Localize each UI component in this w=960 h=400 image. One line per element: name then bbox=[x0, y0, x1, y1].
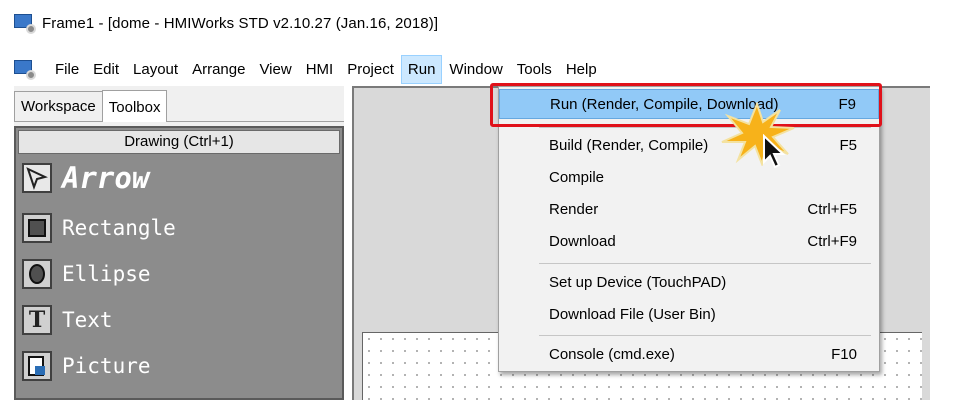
tool-label: Text bbox=[62, 308, 113, 332]
item-label: Compile bbox=[549, 168, 605, 186]
app-icon bbox=[14, 14, 36, 34]
menu-separator bbox=[539, 335, 871, 336]
tool-rectangle[interactable]: Rectangle bbox=[22, 208, 176, 248]
menu-item-compile[interactable]: Compile bbox=[499, 162, 879, 192]
ellipse-icon bbox=[22, 259, 52, 289]
tool-label: Ellipse bbox=[62, 262, 151, 286]
mouse-cursor-icon bbox=[763, 134, 786, 169]
tool-label: Rectangle bbox=[62, 216, 176, 240]
item-shortcut: F10 bbox=[831, 345, 857, 363]
item-shortcut: Ctrl+F5 bbox=[807, 200, 857, 218]
menu-window[interactable]: Window bbox=[442, 55, 509, 84]
tool-label: Picture bbox=[62, 354, 151, 378]
menu-item-build[interactable]: Build (Render, Compile) F5 bbox=[499, 130, 879, 160]
menu-view[interactable]: View bbox=[252, 55, 298, 84]
tab-workspace[interactable]: Workspace bbox=[14, 91, 103, 121]
callout-highlight bbox=[490, 83, 882, 127]
menu-item-download[interactable]: Download Ctrl+F9 bbox=[499, 226, 879, 256]
menu-item-setup-device[interactable]: Set up Device (TouchPAD) bbox=[499, 267, 879, 297]
left-panel: Workspace Toolbox Drawing (Ctrl+1) Arrow… bbox=[14, 86, 344, 400]
picture-icon bbox=[22, 351, 52, 381]
menu-bar: File Edit Layout Arrange View HMI Projec… bbox=[0, 52, 960, 86]
tool-arrow[interactable]: Arrow bbox=[22, 158, 149, 198]
menu-app-icon[interactable] bbox=[14, 60, 36, 80]
item-label: Set up Device (TouchPAD) bbox=[549, 273, 727, 291]
tool-text[interactable]: T Text bbox=[22, 300, 113, 340]
menu-item-console[interactable]: Console (cmd.exe) F10 bbox=[499, 339, 879, 369]
menu-run[interactable]: Run bbox=[400, 54, 443, 84]
item-shortcut: F5 bbox=[839, 136, 857, 154]
menu-edit[interactable]: Edit bbox=[86, 55, 126, 84]
tool-picture[interactable]: Picture bbox=[22, 346, 151, 386]
item-label: Download File (User Bin) bbox=[549, 305, 716, 323]
menu-item-render[interactable]: Render Ctrl+F5 bbox=[499, 194, 879, 224]
item-label: Build (Render, Compile) bbox=[549, 136, 709, 154]
item-label: Console (cmd.exe) bbox=[549, 345, 675, 363]
arrow-icon bbox=[22, 163, 52, 193]
window-title: Frame1 - [dome - HMIWorks STD v2.10.27 (… bbox=[42, 14, 439, 32]
rectangle-icon bbox=[22, 213, 52, 243]
menu-tools[interactable]: Tools bbox=[510, 55, 559, 84]
tool-ellipse[interactable]: Ellipse bbox=[22, 254, 151, 294]
menu-hmi[interactable]: HMI bbox=[299, 55, 341, 84]
menu-help[interactable]: Help bbox=[559, 55, 604, 84]
item-label: Download bbox=[549, 232, 616, 250]
title-bar: Frame1 - [dome - HMIWorks STD v2.10.27 (… bbox=[0, 0, 960, 46]
menu-file[interactable]: File bbox=[48, 55, 86, 84]
run-menu-dropdown: Run (Render, Compile, Download) F9 Build… bbox=[498, 86, 880, 372]
tab-toolbox[interactable]: Toolbox bbox=[101, 90, 168, 122]
menu-arrange[interactable]: Arrange bbox=[185, 55, 252, 84]
item-shortcut: Ctrl+F9 bbox=[807, 232, 857, 250]
panel-tabs: Workspace Toolbox bbox=[14, 86, 344, 122]
torn-edge bbox=[930, 0, 960, 400]
tool-label: Arrow bbox=[62, 161, 150, 195]
item-label: Render bbox=[549, 200, 599, 218]
drawing-group-header[interactable]: Drawing (Ctrl+1) bbox=[18, 130, 340, 154]
menu-item-download-file[interactable]: Download File (User Bin) bbox=[499, 299, 879, 329]
toolbox: Drawing (Ctrl+1) Arrow Rectangle Ellipse… bbox=[14, 126, 344, 400]
menu-separator bbox=[539, 263, 871, 264]
menu-separator bbox=[539, 127, 871, 128]
text-icon: T bbox=[22, 305, 52, 335]
menu-project[interactable]: Project bbox=[340, 55, 401, 84]
menu-layout[interactable]: Layout bbox=[126, 55, 185, 84]
